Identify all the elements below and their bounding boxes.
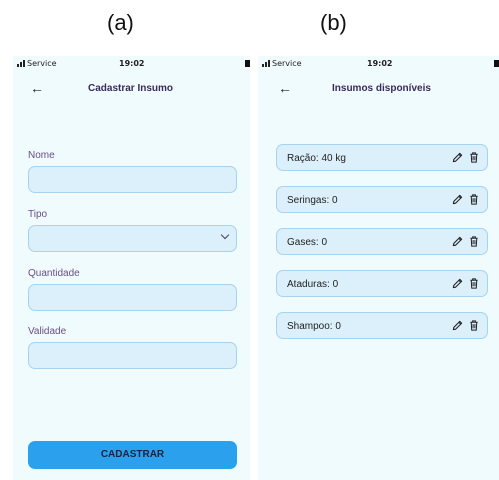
page-title: Insumos disponíveis bbox=[332, 83, 431, 94]
list-item[interactable]: Seringas: 0 bbox=[276, 186, 488, 213]
pencil-icon[interactable] bbox=[452, 278, 463, 289]
carrier-label: Service bbox=[27, 59, 57, 68]
list-item[interactable]: Shampoo: 0 bbox=[276, 312, 488, 339]
list-item-text: Shampoo: 0 bbox=[287, 321, 341, 332]
nome-field[interactable] bbox=[28, 166, 237, 193]
signal-icon bbox=[17, 60, 25, 67]
screen-cadastrar-insumo: Service 19:02 ← Cadastrar Insumo Nome Ti… bbox=[13, 56, 250, 480]
pencil-icon[interactable] bbox=[452, 194, 463, 205]
caption-b: (b) bbox=[320, 10, 347, 35]
page-title: Cadastrar Insumo bbox=[88, 83, 174, 94]
trash-icon[interactable] bbox=[469, 152, 479, 163]
list-item[interactable]: Ataduras: 0 bbox=[276, 270, 488, 297]
list-item-text: Seringas: 0 bbox=[287, 195, 338, 206]
status-bar: Service 19:02 bbox=[258, 56, 499, 72]
signal-icon bbox=[262, 60, 270, 67]
app-bar: ← Cadastrar Insumo bbox=[13, 72, 250, 100]
quantidade-label: Quantidade bbox=[28, 268, 80, 279]
pencil-icon[interactable] bbox=[452, 320, 463, 331]
status-bar: Service 19:02 bbox=[13, 56, 250, 72]
list-item-text: Ataduras: 0 bbox=[287, 279, 339, 290]
caption-a: (a) bbox=[107, 10, 134, 35]
tipo-label: Tipo bbox=[28, 209, 48, 220]
list-item-text: Gases: 0 bbox=[287, 237, 328, 248]
battery-icon bbox=[245, 60, 250, 67]
validade-label: Validade bbox=[28, 326, 67, 337]
trash-icon[interactable] bbox=[469, 320, 479, 331]
nome-label: Nome bbox=[28, 150, 55, 161]
screen-insumos-disponiveis: Service 19:02 ← Insumos disponíveis Raçã… bbox=[258, 56, 499, 480]
list-item[interactable]: Gases: 0 bbox=[276, 228, 488, 255]
pencil-icon[interactable] bbox=[452, 236, 463, 247]
carrier-label: Service bbox=[272, 59, 302, 68]
list-item[interactable]: Ração: 40 kg bbox=[276, 144, 488, 171]
trash-icon[interactable] bbox=[469, 236, 479, 247]
battery-icon bbox=[494, 60, 499, 67]
status-time: 19:02 bbox=[367, 59, 393, 68]
list-item-text: Ração: 40 kg bbox=[287, 153, 346, 164]
trash-icon[interactable] bbox=[469, 194, 479, 205]
app-bar: ← Insumos disponíveis bbox=[258, 72, 499, 100]
tipo-select[interactable] bbox=[28, 225, 237, 252]
cadastrar-button[interactable]: CADASTRAR bbox=[28, 441, 237, 469]
trash-icon[interactable] bbox=[469, 278, 479, 289]
validade-field[interactable] bbox=[28, 342, 237, 369]
back-arrow-icon[interactable]: ← bbox=[30, 81, 44, 95]
chevron-down-icon bbox=[220, 230, 230, 240]
pencil-icon[interactable] bbox=[452, 152, 463, 163]
quantidade-field[interactable] bbox=[28, 284, 237, 311]
status-time: 19:02 bbox=[119, 59, 145, 68]
back-arrow-icon[interactable]: ← bbox=[278, 81, 292, 95]
